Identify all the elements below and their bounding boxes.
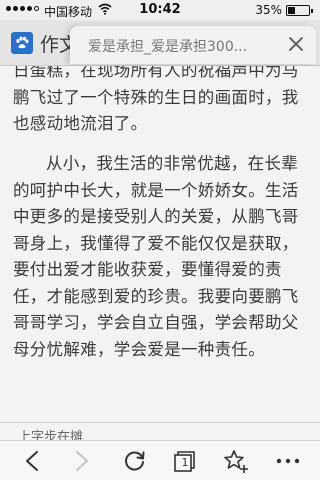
section-divider <box>0 422 320 423</box>
tab-title[interactable]: 爱是承担_爱是承担300... <box>88 36 247 56</box>
forward-button[interactable] <box>68 447 96 475</box>
battery-icon <box>286 5 313 16</box>
tab-count: 1 <box>181 455 189 469</box>
tabs-button[interactable]: 1 <box>170 447 198 475</box>
battery-percentage: 35% <box>255 3 282 17</box>
more-button[interactable] <box>274 447 302 475</box>
article-paragraph: 日蛋糕，在现场所有人的祝福声中为马鹏飞过了一个特殊的生日的画面时，我也感动地流泪… <box>13 66 299 133</box>
bookmark-add-icon <box>224 450 248 473</box>
back-button[interactable] <box>18 447 46 475</box>
status-bar: 中国移动 10:42 35% <box>0 0 320 20</box>
back-icon <box>26 451 38 471</box>
forward-icon <box>76 451 88 471</box>
baidu-paw-icon[interactable] <box>11 32 33 54</box>
close-icon[interactable] <box>286 34 306 54</box>
more-icon <box>276 458 300 464</box>
reload-button[interactable] <box>121 447 149 475</box>
next-section-snippet: 上字步在摊 <box>18 430 84 440</box>
article-content[interactable]: 日蛋糕，在现场所有人的祝福声中为马鹏飞过了一个特殊的生日的画面时，我也感动地流泪… <box>0 66 320 440</box>
active-tab[interactable]: 爱是承担_爱是承担300... <box>70 26 316 64</box>
browser-tab-bar: 作文 爱是承担_爱是承担300... <box>0 20 320 66</box>
article-paragraph: 从小，我生活的非常优越，在长辈的呵护中长大，就是一个娇娇女。生活中更多的是接受别… <box>13 154 299 359</box>
reload-icon <box>125 451 145 471</box>
browser-toolbar: 1 <box>0 440 320 480</box>
add-bookmark-button[interactable] <box>222 447 250 475</box>
